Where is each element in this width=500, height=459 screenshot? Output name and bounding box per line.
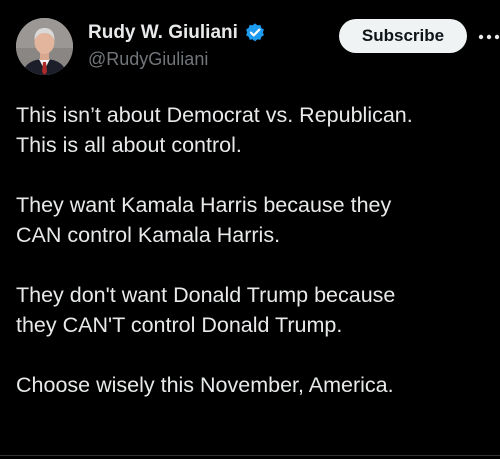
post-text: This isn’t about Democrat vs. Republican… (16, 100, 498, 400)
post-line: Choose wisely this November, America. (16, 373, 394, 397)
post-paragraph: They want Kamala Harris because they CAN… (16, 190, 498, 250)
author-name-row: Rudy W. Giuliani (88, 20, 266, 46)
post-line: This isn’t about Democrat vs. Republican… (16, 103, 413, 127)
divider (0, 455, 500, 456)
subscribe-button[interactable]: Subscribe (339, 19, 467, 53)
verified-badge-icon[interactable] (244, 22, 266, 44)
post-paragraph: This isn’t about Democrat vs. Republican… (16, 100, 498, 160)
avatar-image (16, 18, 73, 75)
post-paragraph: Choose wisely this November, America. (16, 370, 498, 400)
more-options-icon[interactable] (478, 26, 500, 48)
post-paragraph: They don't want Donald Trump because the… (16, 280, 498, 340)
avatar[interactable] (16, 18, 73, 75)
post-line: They want Kamala Harris because they (16, 193, 392, 217)
post-line: they CAN'T control Donald Trump. (16, 313, 343, 337)
post-line: This is all about control. (16, 133, 242, 157)
author-display-name[interactable]: Rudy W. Giuliani (88, 22, 238, 44)
post-card: Rudy W. Giuliani @RudyGiuliani Subscribe… (0, 0, 500, 459)
post-line: They don't want Donald Trump because (16, 283, 396, 307)
author-handle[interactable]: @RudyGiuliani (88, 49, 208, 70)
post-line: CAN control Kamala Harris. (16, 223, 281, 247)
